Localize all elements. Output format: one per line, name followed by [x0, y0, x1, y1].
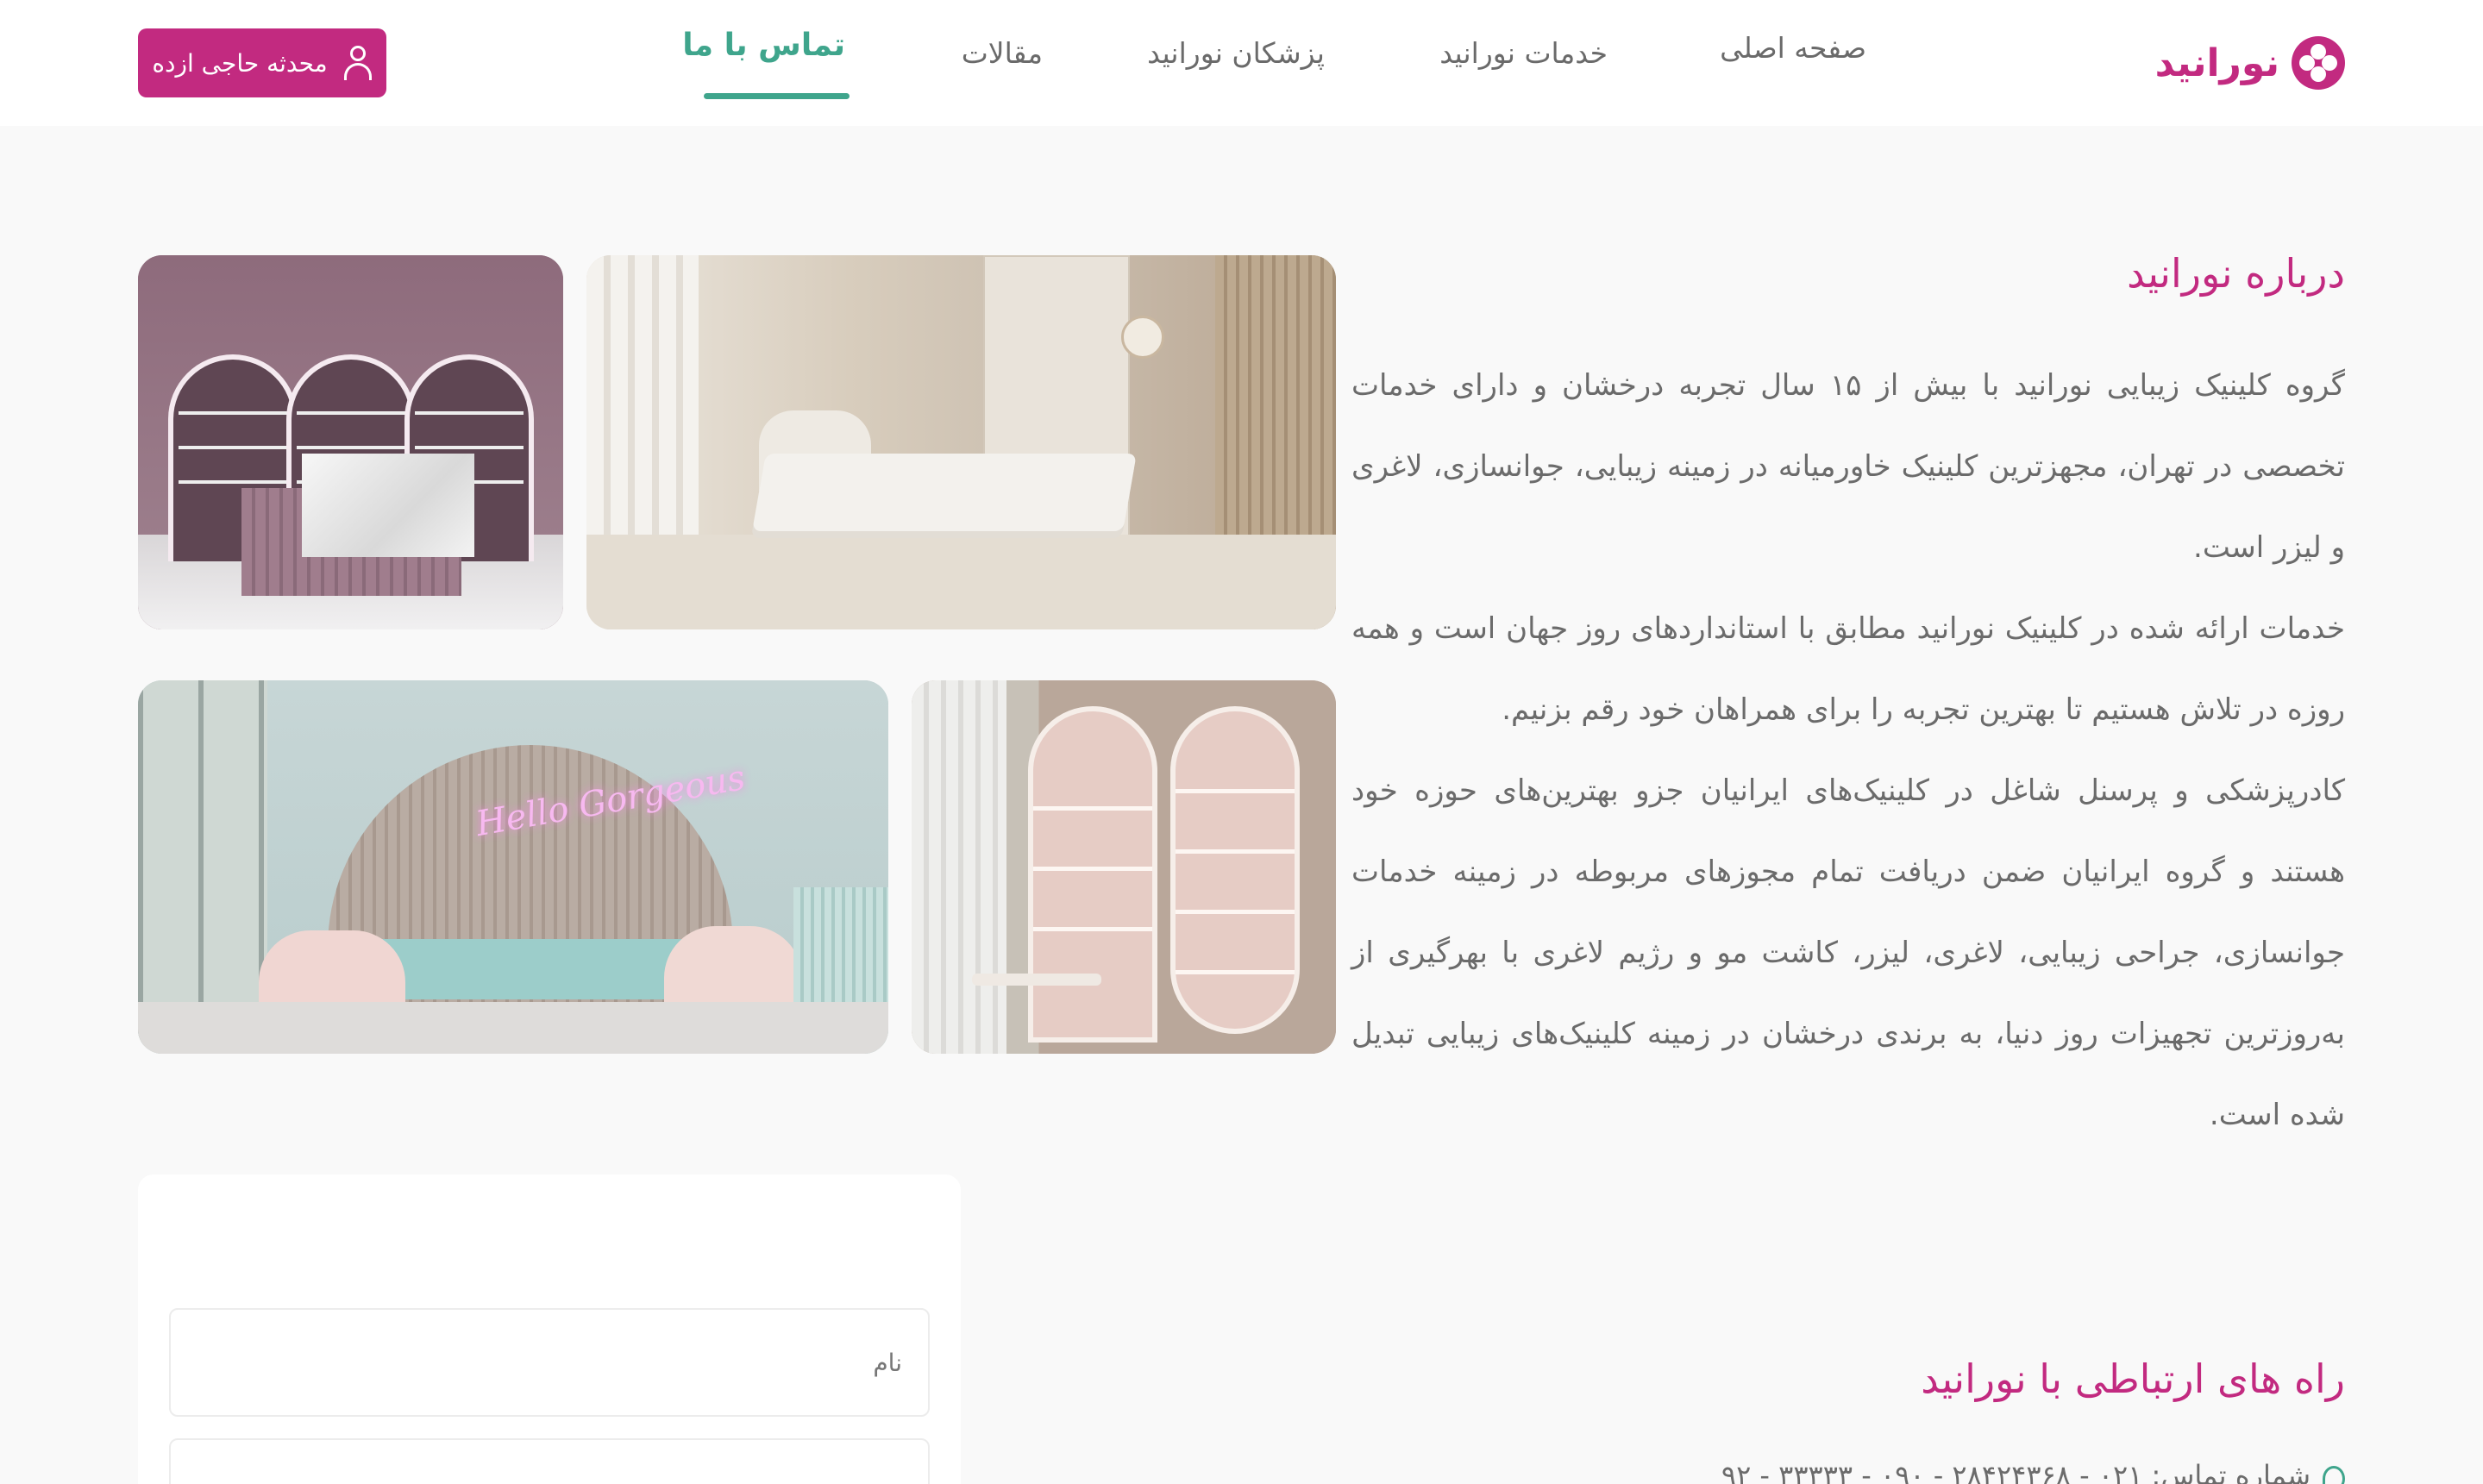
contact-phone: شماره تماس: ۰۲۱ - ۲۸۴۲۴۳۶۸ - ۰۹۰ - ۳۳۳۳۳…: [1721, 1459, 2311, 1484]
second-input[interactable]: [169, 1438, 930, 1484]
about-paragraph: کادرپزشکی و پرسنل شاغل در کلینیک‌های ایر…: [1351, 773, 2345, 1132]
nav-services[interactable]: خدمات نورانید: [1439, 36, 1608, 70]
name-input[interactable]: [169, 1308, 930, 1417]
site-header: نورانید صفحه اصلی خدمات نورانید پزشکان ن…: [0, 0, 2483, 126]
user-name: محدثه حاجی ازده: [152, 48, 328, 78]
user-account-button[interactable]: محدثه حاجی ازده: [138, 28, 386, 97]
nav-home[interactable]: صفحه اصلی: [1720, 31, 1866, 65]
contact-form: [138, 1174, 961, 1484]
clinic-photo-shelves: [912, 680, 1336, 1054]
contact-title: راه های ارتباطی با نورانید: [1921, 1356, 2345, 1402]
about-title: درباره نورانید: [2127, 250, 2345, 297]
about-paragraph: خدمات ارائه شده در کلینیک نورانید مطابق …: [1351, 611, 2345, 727]
nav-doctors[interactable]: پزشکان نورانید: [1147, 36, 1325, 70]
clinic-photo-treatment-room: [586, 255, 1336, 629]
about-paragraph: گروه کلینیک زیبایی نورانید با بیش از ۱۵ …: [1351, 368, 2345, 565]
about-text: گروه کلینیک زیبایی نورانید با بیش از ۱۵ …: [1351, 345, 2345, 1155]
nav-active-indicator: [704, 93, 850, 99]
user-icon: [343, 46, 373, 80]
clinic-photo-lounge: Hello Gorgeous: [138, 680, 888, 1054]
clinic-photo-reception: [138, 255, 563, 629]
phone-icon: [2323, 1466, 2345, 1484]
nav-contact[interactable]: تماس با ما: [682, 28, 845, 63]
nav-articles[interactable]: مقالات: [962, 36, 1043, 70]
